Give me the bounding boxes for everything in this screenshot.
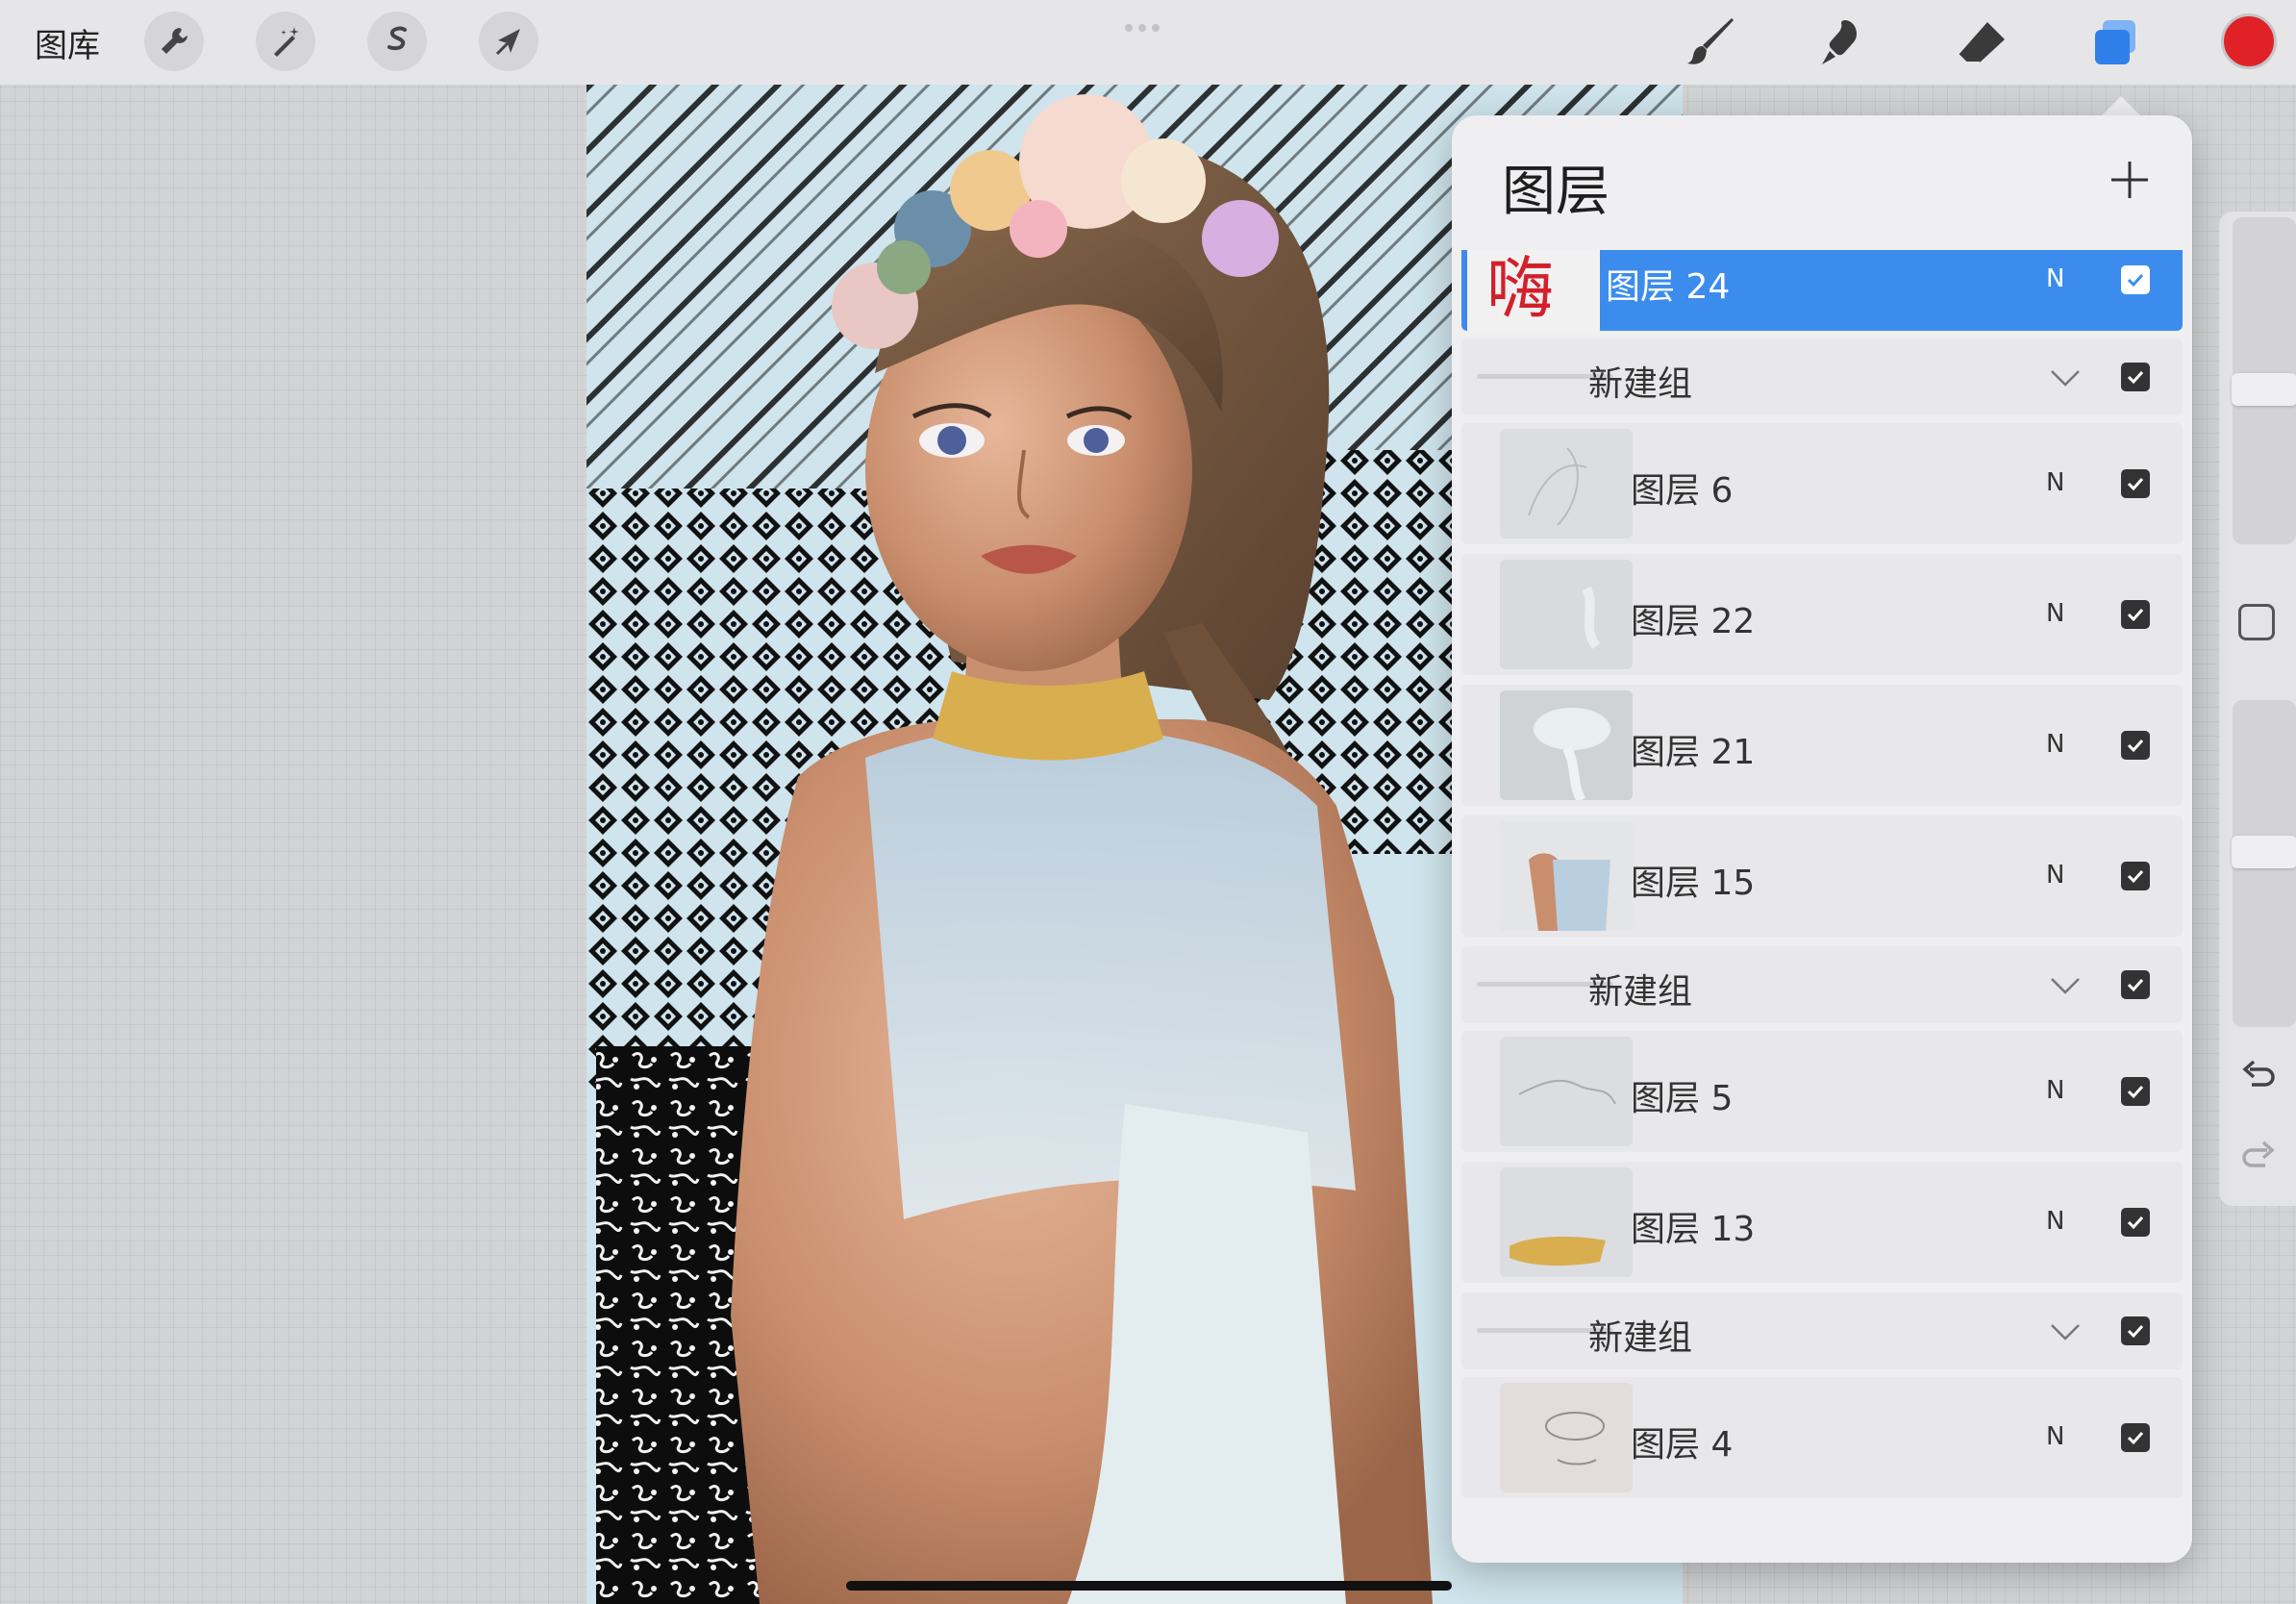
chevron-down-icon[interactable]: [2048, 1317, 2083, 1346]
brush-size-knob[interactable]: [2232, 373, 2296, 406]
layer-thumbnail: [1500, 1167, 1633, 1277]
layer-row[interactable]: 图层 4 N: [1461, 1377, 2183, 1498]
layer-row[interactable]: 图层 21 N: [1461, 685, 2183, 806]
visibility-checkbox[interactable]: [2121, 1077, 2150, 1106]
layer-group-row[interactable]: 新建组: [1461, 946, 2183, 1023]
group-name: 新建组: [1588, 972, 1693, 1012]
visibility-checkbox[interactable]: [2121, 862, 2150, 890]
smudge-icon[interactable]: [1815, 13, 1873, 71]
selection-icon[interactable]: [367, 12, 427, 71]
opacity-knob[interactable]: [2232, 836, 2296, 868]
layer-list[interactable]: 嗨图层 24 N 新建组 图层 6 N 图层 22 N 图层 21 N 图层 15 N 新建组 图层 5…: [1452, 250, 2192, 1563]
move-arrow-icon[interactable]: [479, 12, 538, 71]
layers-panel-title: 图层: [1502, 161, 1610, 223]
layer-thumbnail: [1500, 821, 1633, 931]
blend-mode-button[interactable]: N: [2046, 264, 2064, 293]
blend-mode-button[interactable]: N: [2046, 1422, 2064, 1451]
visibility-checkbox[interactable]: [2121, 1423, 2150, 1452]
layer-name: 图层 24: [1606, 267, 1731, 307]
redo-icon[interactable]: [2238, 1137, 2279, 1177]
layer-row[interactable]: 图层 5 N: [1461, 1031, 2183, 1152]
group-name: 新建组: [1588, 1318, 1693, 1358]
layer-thumbnail: 嗨: [1467, 250, 1600, 335]
layer-row[interactable]: 图层 6 N: [1461, 423, 2183, 544]
layer-thumbnail: [1500, 1383, 1633, 1492]
blend-mode-button[interactable]: N: [2046, 730, 2064, 759]
layer-row[interactable]: 图层 15 N: [1461, 815, 2183, 937]
visibility-checkbox[interactable]: [2121, 265, 2150, 294]
svg-text:嗨: 嗨: [1486, 250, 1554, 328]
undo-icon[interactable]: [2238, 1056, 2279, 1096]
group-name: 新建组: [1588, 364, 1693, 404]
layer-thumbnail: [1500, 690, 1633, 800]
opacity-slider[interactable]: [2232, 700, 2296, 1027]
layer-name: 图层 5: [1631, 1079, 1734, 1118]
modify-button[interactable]: [2238, 604, 2275, 640]
chevron-down-icon[interactable]: [2048, 971, 2083, 1000]
layer-name: 图层 15: [1631, 864, 1756, 903]
layer-row[interactable]: 嗨 图层 24 N: [1461, 250, 2183, 335]
eraser-icon[interactable]: [1952, 13, 2009, 71]
blend-mode-button[interactable]: N: [2046, 861, 2064, 890]
visibility-checkbox[interactable]: [2121, 1208, 2150, 1237]
chevron-down-icon[interactable]: [2048, 363, 2083, 392]
layer-thumbnail: [1500, 1037, 1633, 1146]
gallery-button[interactable]: 图库: [35, 19, 100, 66]
visibility-checkbox[interactable]: [2121, 970, 2150, 999]
panel-pointer: [2100, 96, 2142, 117]
blend-mode-button[interactable]: N: [2046, 599, 2064, 628]
wrench-icon[interactable]: [144, 12, 204, 71]
top-toolbar: 图库: [0, 0, 2296, 86]
visibility-checkbox[interactable]: [2121, 469, 2150, 498]
visibility-checkbox[interactable]: [2121, 363, 2150, 391]
layer-name: 图层 22: [1631, 602, 1756, 641]
layer-name: 图层 21: [1631, 733, 1756, 772]
blend-mode-button[interactable]: N: [2046, 1207, 2064, 1236]
color-swatch[interactable]: [2221, 13, 2277, 69]
home-indicator[interactable]: [846, 1581, 1452, 1591]
layer-group-row[interactable]: 新建组: [1461, 1292, 2183, 1369]
layer-name: 图层 4: [1631, 1425, 1734, 1465]
layers-panel-header: 图层: [1452, 115, 2192, 250]
visibility-checkbox[interactable]: [2121, 731, 2150, 760]
magic-wand-icon[interactable]: [256, 12, 315, 71]
blend-mode-button[interactable]: N: [2046, 1076, 2064, 1105]
layer-name: 图层 6: [1631, 471, 1734, 511]
drag-grip[interactable]: [1125, 17, 1173, 32]
plus-icon[interactable]: [2104, 154, 2156, 206]
side-toolbar: [2219, 212, 2296, 1206]
layer-thumbnail: [1500, 560, 1633, 669]
layers-icon[interactable]: [2086, 13, 2144, 71]
brush-size-slider[interactable]: [2232, 217, 2296, 544]
layer-row[interactable]: 图层 22 N: [1461, 554, 2183, 675]
layer-name: 图层 13: [1631, 1210, 1756, 1249]
layers-panel: 图层 嗨图层 24 N 新建组 图层 6 N 图层 22 N 图层 21 N 图层 15 N 新建组图…: [1452, 115, 2192, 1563]
brush-icon[interactable]: [1683, 13, 1740, 71]
layer-group-row[interactable]: 新建组: [1461, 338, 2183, 415]
visibility-checkbox[interactable]: [2121, 600, 2150, 629]
layer-row[interactable]: 图层 13 N: [1461, 1162, 2183, 1283]
blend-mode-button[interactable]: N: [2046, 468, 2064, 497]
layer-thumbnail: [1500, 429, 1633, 539]
visibility-checkbox[interactable]: [2121, 1316, 2150, 1345]
